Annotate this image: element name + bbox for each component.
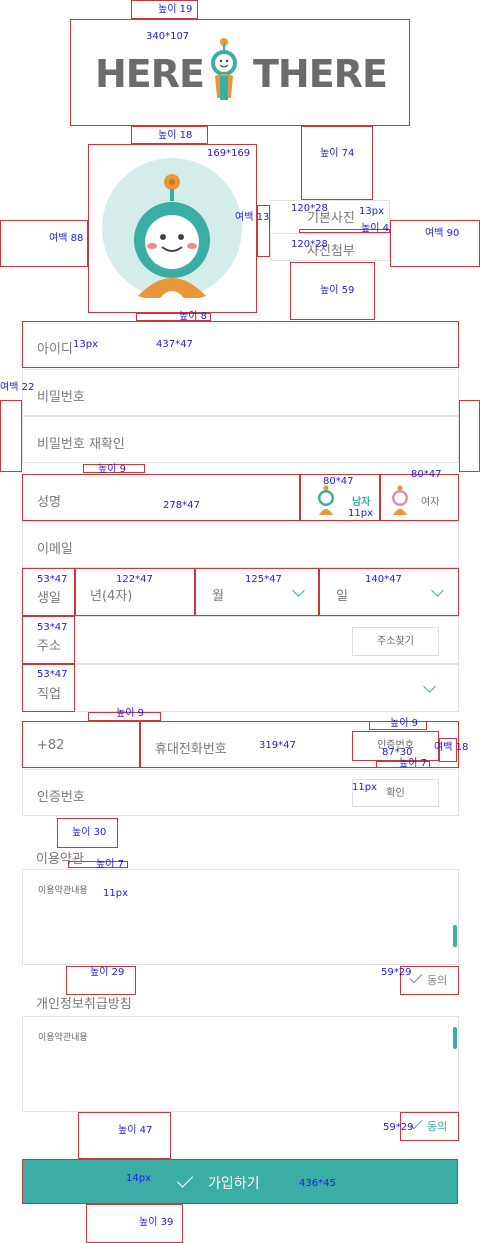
birth-day-label: 일 (336, 589, 348, 604)
annot-box (301, 126, 373, 200)
annotation-label: 436*45 (299, 1178, 336, 1189)
annotation-label: 높이 18 (158, 130, 193, 141)
annotation-label: 높이 4 (361, 223, 389, 234)
terms-content: 이용약관내용 (38, 886, 88, 896)
annotation-label: 여백 13 (235, 212, 270, 223)
annotation-label: 높이 39 (139, 1217, 174, 1228)
scrollbar[interactable] (453, 1027, 457, 1049)
annotation-label: 278*47 (163, 500, 200, 511)
phone-placeholder: 휴대전화번호 (155, 742, 227, 757)
annotation-label: 높이 9 (390, 718, 418, 729)
annotation-label: 여백 18 (434, 742, 469, 753)
chevron-down-icon (292, 584, 305, 597)
mascot-boy-icon (318, 485, 334, 515)
attach-photo-button[interactable]: 사진첨부 (270, 233, 390, 261)
annotation-label: 여백 22 (0, 382, 35, 393)
annotation-label: 11px (348, 508, 373, 519)
annotation-label: 169*169 (207, 148, 251, 159)
signup-button[interactable]: 가입하기 (22, 1159, 458, 1204)
annotation-label: 11px (103, 888, 128, 899)
annotation-label: 높이 9 (116, 708, 144, 719)
privacy-content: 이용약관내용 (38, 1033, 88, 1043)
job-select[interactable] (22, 664, 459, 712)
annotation-label: 53*47 (37, 622, 68, 633)
gender-male-label: 남자 (352, 497, 371, 508)
annot-box (22, 474, 300, 521)
privacy-content-box[interactable]: 이용약관내용 (22, 1016, 459, 1112)
annotation-label: 87*30 (382, 747, 413, 758)
annot-box (459, 400, 480, 472)
annotation-label: 340*107 (146, 31, 190, 42)
profile-photo (102, 158, 242, 298)
annotation-label: 높이 74 (320, 148, 355, 159)
annotation-label: 437*47 (156, 339, 193, 350)
logo-text-there: THERE (253, 52, 388, 96)
annotation-label: 59*29 (381, 967, 412, 978)
annotation-label: 80*47 (411, 469, 442, 480)
annotation-label: 11px (352, 782, 377, 793)
address-label: 주소 (37, 639, 61, 654)
annotation-label: 319*47 (259, 740, 296, 751)
privacy-title: 개인정보취급방침 (36, 997, 132, 1012)
annotation-label: 120*28 (291, 203, 328, 214)
annot-box (0, 400, 22, 472)
annotation-label: 여백 88 (49, 233, 84, 244)
logo-text-here: HERE (95, 52, 205, 96)
annotation-label: 125*47 (245, 574, 282, 585)
terms-agree-label: 동의 (427, 974, 448, 987)
annotation-label: 여백 90 (425, 228, 460, 239)
country-code-select[interactable]: +82 (22, 721, 140, 768)
country-code-label: +82 (37, 738, 65, 753)
annotation-label: 높이 7 (96, 859, 124, 870)
job-label: 직업 (37, 687, 61, 702)
annotation-label: 13px (73, 339, 98, 350)
annotation-label: 140*47 (365, 574, 402, 585)
terms-content-box[interactable]: 이용약관내용 (22, 869, 459, 965)
annotation-label: 높이 19 (158, 4, 193, 15)
gender-female-label: 여자 (421, 497, 440, 508)
annotation-label: 53*47 (37, 574, 68, 585)
password-input[interactable]: 비밀번호 (22, 369, 459, 416)
chevron-down-icon (431, 584, 444, 597)
annotation-label: 13px (359, 206, 384, 217)
annotation-label: 높이 59 (320, 285, 355, 296)
annotation-label: 높이 30 (72, 827, 107, 838)
signup-label: 가입하기 (208, 1176, 260, 1192)
password-confirm-input[interactable]: 비밀번호 재확인 (22, 416, 459, 463)
birth-month-label: 월 (212, 589, 224, 604)
annotation-label: 53*47 (37, 669, 68, 680)
birth-label: 생일 (37, 591, 61, 606)
email-placeholder: 이메일 (37, 542, 73, 557)
annotation-label: 14px (126, 1173, 151, 1184)
gender-female-button[interactable]: 여자 (380, 474, 459, 521)
annotation-label: 높이 7 (399, 758, 427, 769)
annotation-label: 높이 47 (118, 1125, 153, 1136)
check-icon (176, 1171, 194, 1188)
scrollbar[interactable] (453, 925, 457, 947)
annotation-label: 높이 8 (179, 311, 207, 322)
password-confirm-placeholder: 비밀번호 재확인 (37, 437, 125, 452)
verify-code-placeholder: 인증번호 (37, 790, 85, 805)
check-icon (409, 970, 423, 984)
privacy-agree-label: 동의 (427, 1120, 448, 1133)
annotation-label: 120*28 (291, 239, 328, 250)
annotation-label: 59*29 (383, 1122, 414, 1133)
birth-year-placeholder: 년(4자) (90, 589, 133, 604)
email-input[interactable]: 이메일 (22, 521, 459, 568)
logo: HERE THERE (93, 36, 393, 108)
password-placeholder: 비밀번호 (37, 390, 85, 405)
annotation-label: 높이 29 (90, 967, 125, 978)
annotation-label: 80*47 (323, 476, 354, 487)
chevron-down-icon (423, 680, 436, 693)
mascot-icon (211, 38, 237, 100)
annotation-label: 높이 9 (98, 464, 126, 475)
annotation-label: 122*47 (116, 574, 153, 585)
mascot-girl-icon (392, 485, 408, 515)
address-search-button[interactable]: 주소찾기 (352, 627, 439, 656)
